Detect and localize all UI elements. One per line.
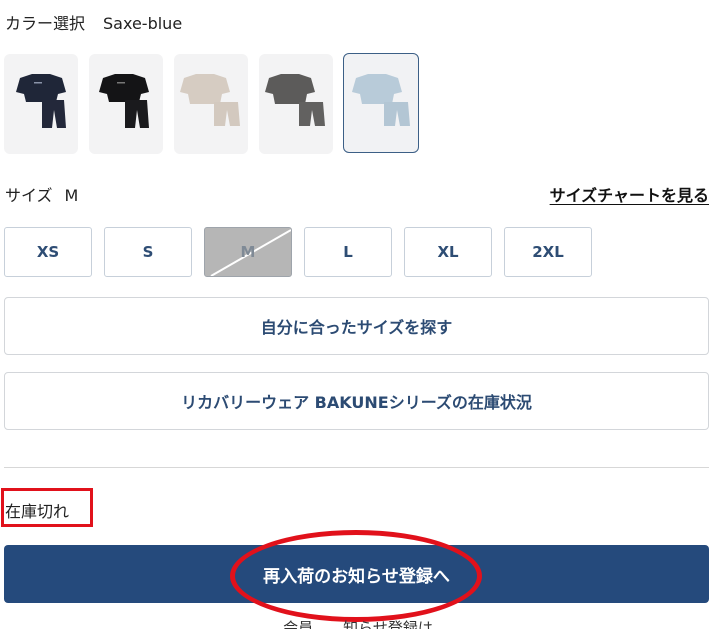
outfit-image [180,74,240,126]
size-chart-link[interactable]: サイズチャートを見る [550,182,709,206]
size-option-label: S [142,243,154,261]
size-option-2xl[interactable]: 2XL [504,227,592,277]
size-option-m[interactable]: M [204,227,292,277]
size-option-label: XS [36,243,60,261]
selected-color-name: Saxe-blue [103,14,183,33]
size-option-l[interactable]: L [304,227,392,277]
divider [4,467,709,468]
outfit-image [352,74,410,126]
find-my-size-button[interactable]: 自分に合ったサイズを探す [4,297,709,355]
color-swatch-saxe-blue[interactable] [343,53,419,153]
size-label-text: サイズ [5,186,53,205]
size-option-s[interactable]: S [104,227,192,277]
color-label-text: カラー選択 [5,14,86,33]
outfit-image [16,74,66,128]
size-option-label: M [240,243,256,261]
color-swatch-gray[interactable] [259,54,333,154]
series-stock-button[interactable]: リカバリーウェア BAKUNEシリーズの在庫状況 [4,372,709,430]
size-option-xs[interactable]: XS [4,227,92,277]
stock-status: 在庫切れ [5,502,70,521]
color-swatch-navy[interactable] [4,54,78,154]
outfit-image [265,74,325,126]
outfit-image [99,74,149,128]
color-swatch-beige[interactable] [174,54,248,154]
color-swatch-list [4,53,424,156]
cutoff-text: 会員……知らせ登録は [283,619,433,629]
color-selection-label: カラー選択 Saxe-blue [5,10,182,34]
size-option-label: XL [437,243,459,261]
size-option-label: 2XL [532,243,564,261]
color-swatch-black[interactable] [89,54,163,154]
selected-size-value: M [64,186,79,205]
size-header: サイズ M サイズチャートを見る [5,182,709,206]
restock-notify-button[interactable]: 再入荷のお知らせ登録へ [4,545,709,603]
size-option-xl[interactable]: XL [404,227,492,277]
size-selection-label: サイズ M [5,182,78,206]
size-option-label: L [343,243,353,261]
